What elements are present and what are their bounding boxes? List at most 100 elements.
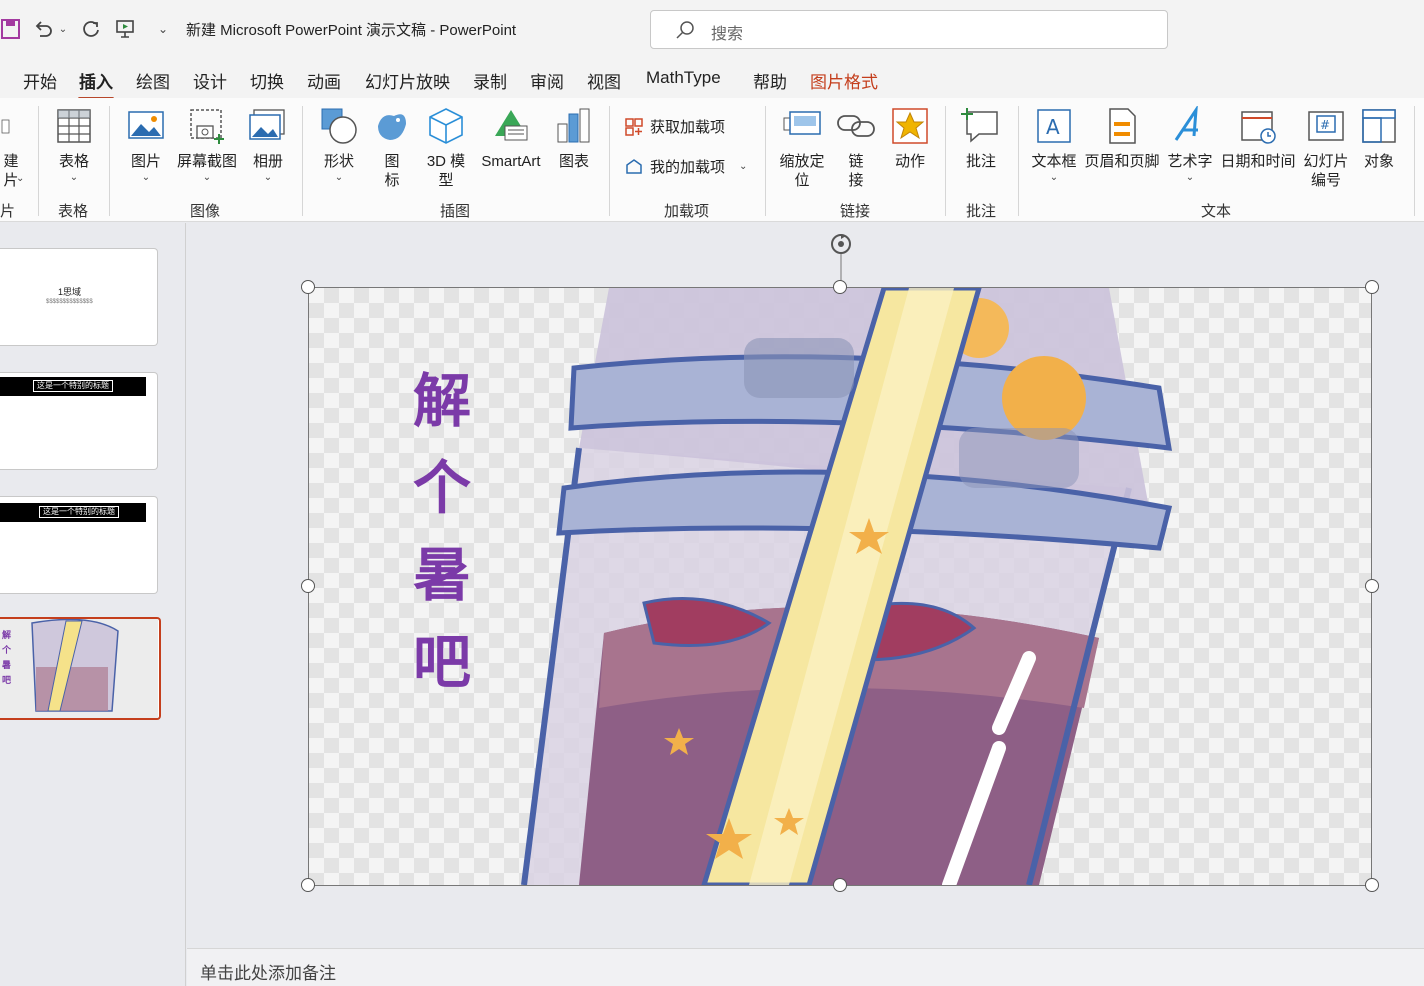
slide-thumbnail-1[interactable]: 1思域 $$$$$$$$$$$$$$ xyxy=(0,248,158,346)
wordart-dropdown-icon: ⌄ xyxy=(1185,172,1195,183)
tab-view[interactable]: 视图 xyxy=(587,68,621,93)
tab-record[interactable]: 录制 xyxy=(473,68,507,93)
shapes-button[interactable]: 形状 ⌄ xyxy=(317,106,361,185)
slide-number-label-2: 编号 xyxy=(1310,172,1341,189)
album-button[interactable]: 相册 ⌄ xyxy=(246,106,290,185)
link-label-1: 链 xyxy=(848,153,864,170)
title-bar: ⌄ ⌄ 新建 Microsoft PowerPoint 演示文稿 - Power… xyxy=(0,0,1424,60)
links-group-label: 链接 xyxy=(840,203,871,220)
tab-slideshow[interactable]: 幻灯片放映 xyxy=(365,68,450,93)
tab-help[interactable]: 帮助 xyxy=(753,68,787,93)
tab-transitions[interactable]: 切换 xyxy=(250,68,284,93)
action-icon xyxy=(892,108,928,144)
resize-handle-top-left[interactable] xyxy=(301,280,315,294)
tab-insert[interactable]: 插入 xyxy=(78,68,114,100)
album-dropdown-icon: ⌄ xyxy=(263,172,273,183)
wordart-label: 艺术字 xyxy=(1167,153,1213,170)
addins-group-label: 加载项 xyxy=(664,203,710,220)
link-icon xyxy=(837,115,875,137)
picture-label: 图片 xyxy=(130,153,161,170)
customize-qat-icon[interactable]: ⌄ xyxy=(152,16,174,42)
undo-icon[interactable] xyxy=(32,16,54,42)
resize-handle-top-right[interactable] xyxy=(1365,280,1379,294)
slide-3-title: 这是一个特别的标题 xyxy=(39,506,119,518)
album-label: 相册 xyxy=(252,153,283,170)
resize-handle-bottom-left[interactable] xyxy=(301,878,315,892)
picture-char: 吧 xyxy=(412,628,471,696)
object-label: 对象 xyxy=(1363,153,1394,170)
3d-model-button[interactable]: 3D 模 型 xyxy=(424,106,468,190)
search-icon xyxy=(676,21,694,39)
resize-handle-right[interactable] xyxy=(1365,579,1379,593)
table-button[interactable]: 表格 ⌄ xyxy=(52,106,96,185)
my-addins-button[interactable]: 我的加载项 ⌄ xyxy=(624,156,747,177)
tab-picture-format[interactable]: 图片格式 xyxy=(810,68,878,93)
tab-animations[interactable]: 动画 xyxy=(307,68,341,93)
screenshot-dropdown-icon: ⌄ xyxy=(202,172,212,183)
slide-thumbnail-3[interactable]: 这是一个特别的标题 xyxy=(0,496,158,594)
group-separator xyxy=(945,106,946,216)
resize-handle-bottom-right[interactable] xyxy=(1365,878,1379,892)
wordart-icon xyxy=(1174,106,1198,141)
comment-button[interactable]: 批注 xyxy=(960,106,1002,171)
picture-icon xyxy=(128,111,164,139)
picture-dropdown-icon: ⌄ xyxy=(141,172,151,183)
group-separator xyxy=(1414,106,1415,216)
tab-review[interactable]: 审阅 xyxy=(530,68,564,93)
icons-label-2: 标 xyxy=(384,172,400,189)
resize-handle-top[interactable] xyxy=(833,280,847,294)
3d-model-label-1: 3D 模 xyxy=(426,153,466,170)
zoom-button[interactable]: 缩放定 位 xyxy=(778,106,826,190)
get-addins-button[interactable]: 获取加载项 xyxy=(624,116,725,137)
present-icon[interactable] xyxy=(114,16,136,42)
my-addins-dropdown-icon[interactable]: ⌄ xyxy=(739,160,747,174)
header-footer-button[interactable]: 页眉和页脚 xyxy=(1084,106,1160,171)
table-icon xyxy=(57,109,91,143)
action-button[interactable]: 动作 xyxy=(890,106,930,171)
tab-mathtype[interactable]: MathType xyxy=(646,68,721,88)
tab-home[interactable]: 开始 xyxy=(23,68,57,93)
wordart-button[interactable]: 艺术字 ⌄ xyxy=(1166,106,1214,185)
illustrations-group-label: 插图 xyxy=(440,203,471,220)
picture-char: 暑 xyxy=(412,541,471,609)
zoom-label-1: 缩放定 xyxy=(779,153,825,170)
slide-thumbnail-2[interactable]: 这是一个特别的标题 xyxy=(0,372,158,470)
resize-handle-left[interactable] xyxy=(301,579,315,593)
datetime-button[interactable]: 日期和时间 xyxy=(1220,106,1296,171)
screenshot-button[interactable]: 屏幕截图 ⌄ xyxy=(176,106,238,185)
new-slide-dropdown-icon[interactable]: ⌄ xyxy=(16,172,24,186)
table-label: 表格 xyxy=(58,153,89,170)
get-addins-label: 获取加载项 xyxy=(650,119,726,136)
slide-thumbnail-4[interactable]: 解 个 暑 吧 xyxy=(0,617,161,720)
slide-thumbnail-panel[interactable]: 1思域 $$$$$$$$$$$$$$ 这是一个特别的标题 这是一个特别的标题 解… xyxy=(0,223,186,986)
my-addins-label: 我的加载项 xyxy=(650,159,726,176)
group-separator xyxy=(609,106,610,216)
tab-draw[interactable]: 绘图 xyxy=(136,68,170,93)
redo-icon[interactable] xyxy=(80,16,102,42)
save-icon[interactable] xyxy=(0,16,22,42)
slide-number-label-1: 幻灯片 xyxy=(1303,153,1349,170)
3d-model-label-2: 型 xyxy=(438,172,454,189)
undo-dropdown-icon[interactable]: ⌄ xyxy=(56,16,70,42)
resize-handle-bottom[interactable] xyxy=(833,878,847,892)
tab-design[interactable]: 设计 xyxy=(193,68,227,93)
object-button[interactable]: 对象 xyxy=(1358,106,1400,171)
group-separator xyxy=(765,106,766,216)
selected-picture[interactable]: 解 个 暑 吧 xyxy=(309,288,1371,885)
picture-char: 个 xyxy=(412,454,471,522)
slide-number-button[interactable]: # 幻灯片 编号 xyxy=(1302,106,1350,190)
group-separator xyxy=(38,106,39,216)
chart-button[interactable]: 图表 xyxy=(554,106,594,171)
shapes-icon xyxy=(321,108,357,144)
notes-pane[interactable]: 单击此处添加备注 xyxy=(187,948,1424,986)
smartart-button[interactable]: SmartArt xyxy=(476,106,546,171)
link-button[interactable]: 链 接 xyxy=(836,106,876,190)
textbox-button[interactable]: A 文本框 ⌄ xyxy=(1030,106,1078,185)
slide-1-subtitle: $$$$$$$$$$$$$$ xyxy=(46,299,93,305)
picture-button[interactable]: 图片 ⌄ xyxy=(124,106,168,185)
icons-button[interactable]: 图 标 xyxy=(372,106,412,190)
link-label-2: 接 xyxy=(848,172,864,189)
slide-4-picture xyxy=(0,619,158,718)
comment-icon xyxy=(961,108,998,143)
search-input[interactable]: 搜索 xyxy=(650,10,1168,49)
